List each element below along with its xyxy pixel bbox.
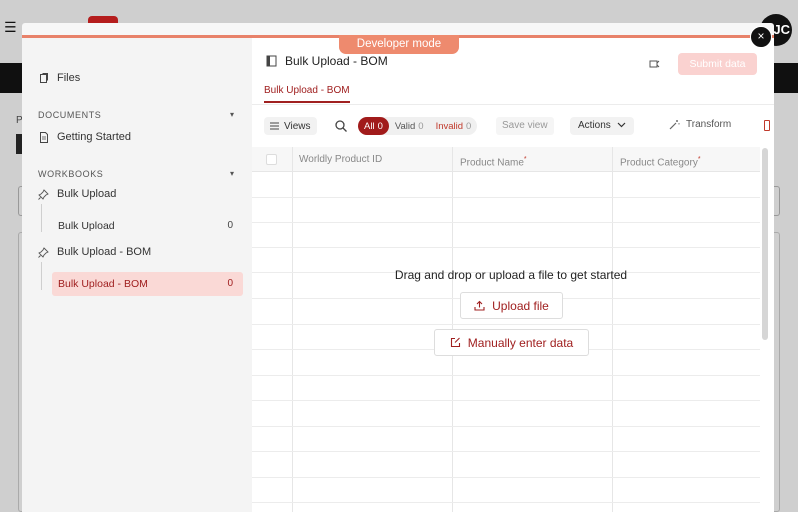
import-modal: Files DOCUMENTS ▾ Getting Started WORKBO… (22, 23, 774, 512)
record-filter-group: All 0 Valid 0 Invalid 0 (358, 117, 478, 135)
sidebar-item-workbook-bulk-upload[interactable]: Bulk Upload (38, 188, 116, 200)
sidebar-sheet-bulk-upload-bom[interactable]: Bulk Upload - BOM 0 (52, 272, 243, 296)
column-divider (292, 147, 293, 512)
files-icon (40, 72, 48, 83)
manually-enter-data-label: Manually enter data (467, 335, 574, 350)
upload-file-button[interactable]: Upload file (460, 292, 563, 319)
list-icon (270, 122, 279, 130)
delete-icon[interactable] (764, 120, 770, 131)
search-icon[interactable] (334, 119, 348, 133)
column-label: Product Name (460, 157, 524, 169)
row-divider (252, 375, 760, 376)
required-marker: * (523, 156, 527, 163)
row-divider (252, 477, 760, 478)
filter-all-count: 0 (377, 120, 383, 132)
sidebar-item-files[interactable]: Files (39, 72, 80, 84)
select-all-checkbox[interactable] (266, 154, 277, 165)
edit-icon (450, 337, 460, 348)
sheet-record-count: 0 (227, 278, 233, 289)
close-modal-button[interactable]: × (750, 26, 772, 48)
documents-collapse-icon[interactable]: ▾ (230, 111, 238, 119)
sheet-label: Bulk Upload (58, 220, 115, 232)
filter-invalid-count: 0 (466, 120, 472, 132)
save-view-button[interactable]: Save view (496, 117, 554, 135)
column-header-worldly-product-id[interactable]: Worldly Product ID (293, 147, 382, 172)
filter-all[interactable]: All 0 (358, 117, 389, 135)
sheet-toolbar: Views All 0 Valid 0 Invalid 0 Save view Act… (252, 114, 774, 138)
filter-valid-count: 0 (418, 120, 424, 132)
column-divider (612, 147, 613, 512)
pin-icon (38, 246, 49, 258)
actions-label: Actions (578, 120, 611, 131)
row-divider (252, 197, 760, 198)
sidebar-item-workbook-bulk-upload-bom[interactable]: Bulk Upload - BOM (38, 246, 151, 258)
workbook-sidebar: Files DOCUMENTS ▾ Getting Started WORKBO… (22, 38, 252, 512)
vertical-scrollbar[interactable] (762, 148, 768, 340)
magic-wand-icon (669, 120, 680, 130)
column-label: Worldly Product ID (299, 154, 383, 165)
row-divider (252, 324, 760, 325)
background-filter-field (774, 186, 780, 216)
filter-all-label: All (364, 120, 375, 132)
sidebar-sheet-bulk-upload[interactable]: Bulk Upload 0 (52, 214, 243, 238)
sidebar-files-label: Files (57, 72, 81, 84)
document-icon (40, 131, 48, 143)
required-marker: * (697, 156, 701, 163)
workbooks-section-title: WORKBOOKS (38, 169, 104, 179)
grid-header: Worldly Product ID Product Name* Product… (252, 147, 760, 172)
documents-section-title: DOCUMENTS (38, 110, 102, 120)
row-divider (252, 222, 760, 223)
pin-icon (38, 188, 49, 200)
workbook-label: Bulk Upload (57, 188, 117, 200)
views-button[interactable]: Views (264, 117, 317, 135)
tab-bulk-upload-bom[interactable]: Bulk Upload - BOM (264, 85, 350, 103)
column-label: Product Category (620, 157, 698, 169)
column-header-product-name[interactable]: Product Name* (454, 147, 527, 172)
chevron-down-icon (617, 122, 626, 128)
views-label: Views (284, 120, 311, 132)
workbook-label: Bulk Upload - BOM (57, 246, 152, 258)
transform-label: Transform (686, 119, 732, 130)
row-divider (252, 426, 760, 427)
filter-valid[interactable]: Valid 0 (389, 117, 430, 135)
tree-line (41, 262, 42, 290)
filter-invalid-label: Invalid (435, 120, 464, 132)
column-header-product-category[interactable]: Product Category* (614, 147, 701, 172)
workbooks-collapse-icon[interactable]: ▾ (230, 170, 238, 178)
filter-invalid[interactable]: Invalid 0 (430, 117, 478, 135)
row-divider (252, 247, 760, 248)
sheet-icon (266, 55, 277, 67)
hamburger-menu-icon: ☰ (4, 19, 17, 35)
transform-button[interactable]: Transform (669, 119, 731, 130)
sheet-title-text: Bulk Upload - BOM (285, 54, 388, 68)
export-icon[interactable] (648, 58, 660, 70)
sheet-label: Bulk Upload - BOM (58, 278, 148, 290)
document-label: Getting Started (57, 131, 131, 143)
row-divider (252, 400, 760, 401)
filter-valid-label: Valid (394, 120, 416, 132)
sheet-tabs: Bulk Upload - BOM (252, 80, 774, 105)
tree-line (41, 204, 42, 232)
sheet-record-count: 0 (227, 220, 233, 231)
sheet-title: Bulk Upload - BOM (266, 54, 388, 68)
actions-menu-button[interactable]: Actions (570, 117, 634, 135)
manually-enter-data-button[interactable]: Manually enter data (434, 329, 589, 356)
upload-icon (474, 300, 485, 311)
empty-state-message: Drag and drop or upload a file to get st… (394, 268, 628, 282)
submit-data-button[interactable]: Submit data (678, 53, 757, 75)
row-divider (252, 502, 760, 503)
developer-mode-badge: Developer mode (339, 35, 459, 54)
sidebar-item-getting-started[interactable]: Getting Started (39, 131, 131, 143)
row-divider (252, 451, 760, 452)
sheet-panel: Bulk Upload - BOM Submit data Bulk Uploa… (252, 38, 774, 512)
upload-file-label: Upload file (492, 298, 549, 313)
